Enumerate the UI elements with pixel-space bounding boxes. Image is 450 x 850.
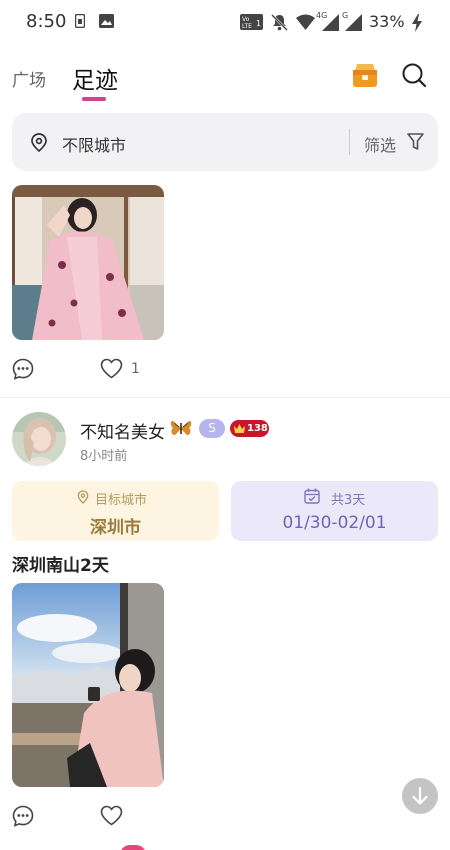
tab-zuji[interactable]: 足迹 [72,61,118,95]
username[interactable]: 不知名美女 [80,418,165,443]
trip-days-label: 共3天 [331,493,366,508]
search-icon[interactable] [401,62,427,88]
s-badge: S [199,419,225,438]
arrow-down-icon [412,786,428,805]
location-pin-icon [31,133,47,152]
like-count: 1 [131,361,140,377]
battery-percent: 33% [369,12,405,31]
heart-icon[interactable] [100,805,123,826]
active-tab-indicator [82,97,106,101]
shop-icon[interactable] [352,62,378,88]
funnel-icon[interactable] [407,133,424,151]
bell-off-icon [271,14,288,31]
butterfly-icon [170,420,192,436]
image-icon [99,14,114,28]
svg-text:LTE: LTE [242,23,252,30]
status-time: 8:50 [26,11,67,32]
comment-icon[interactable] [12,358,34,380]
status-bar: 8:50 Vo LTE 1 4G G 33% [0,0,450,44]
comment-icon[interactable] [12,805,34,827]
signal-4g-icon [322,14,339,31]
post-divider [0,397,450,398]
sim-card-icon [75,14,85,28]
trip-date-range: 01/30-02/01 [282,513,387,533]
volte-icon: Vo LTE 1 [240,14,263,30]
filter-button[interactable]: 筛选 [364,132,396,156]
location-pin-icon [77,490,89,504]
post-photo[interactable] [12,583,164,787]
avatar[interactable] [12,412,66,466]
target-city-value: 深圳市 [90,518,141,538]
post-photo[interactable] [12,185,164,340]
target-city-label: 目标城市 [95,493,148,508]
post-title[interactable]: 深圳南山2天 [12,551,109,576]
tab-guangchang[interactable]: 广场 [12,66,46,91]
charging-icon [412,14,422,32]
calendar-icon [304,488,320,504]
signal-g-icon [345,14,362,31]
post-time: 8小时前 [80,449,128,464]
scroll-down-button[interactable] [402,778,438,814]
city-select[interactable]: 不限城市 [62,132,126,156]
next-post-peek [120,845,146,850]
wifi-icon [296,14,315,30]
heart-icon[interactable] [100,358,123,379]
svg-text:Vo: Vo [242,16,250,23]
target-city-card: 目标城市 深圳市 [12,481,219,541]
city-filter-bar[interactable]: 不限城市 筛选 [12,113,438,171]
svg-text:1: 1 [256,19,261,28]
trip-days-card: 共3天 01/30-02/01 [231,481,438,541]
crown-icon [234,424,245,433]
divider [349,129,350,155]
